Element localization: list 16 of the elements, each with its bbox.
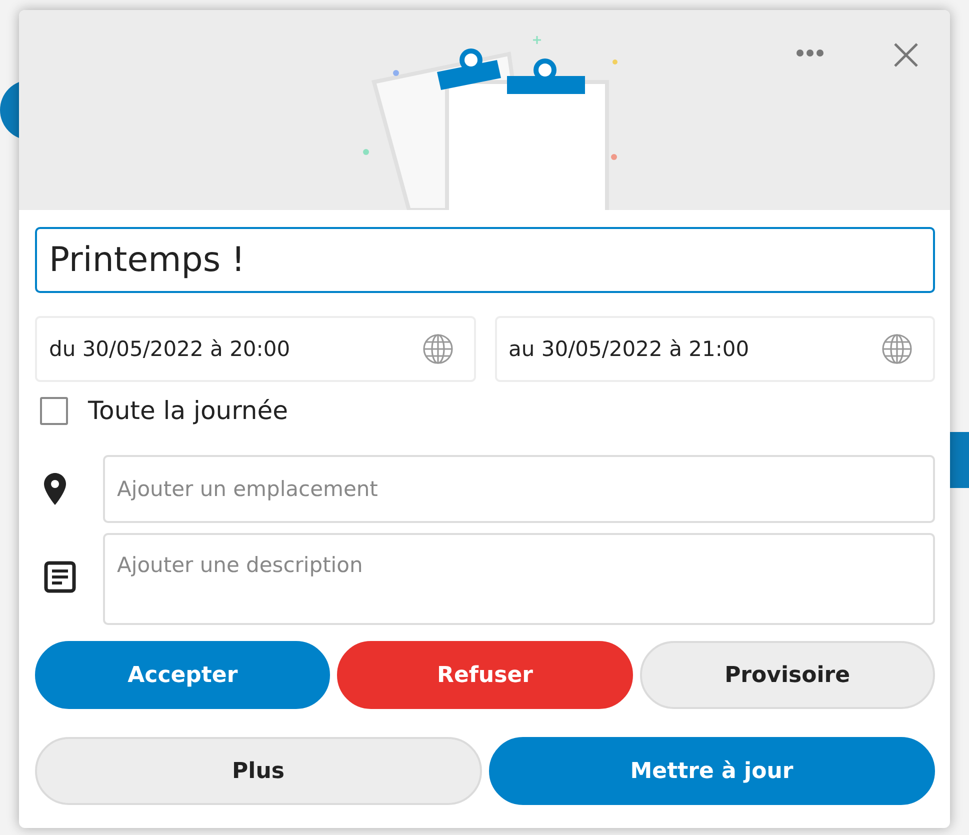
description-field[interactable]: Ajouter une description bbox=[103, 533, 935, 625]
action-button[interactable]: Mettre à jour bbox=[488, 737, 935, 805]
action-button[interactable]: Provisoire bbox=[640, 641, 935, 709]
end-date-field[interactable]: au 30/05/2022 à 21:00 bbox=[494, 316, 935, 382]
location-pin-icon bbox=[44, 473, 66, 505]
globe-icon[interactable] bbox=[422, 333, 454, 365]
checkbox[interactable] bbox=[40, 396, 68, 424]
title-field[interactable]: Printemps ! bbox=[35, 227, 935, 293]
action-button[interactable]: Refuser bbox=[337, 641, 633, 709]
location-field[interactable]: Ajouter un emplacement bbox=[103, 455, 935, 523]
globe-icon[interactable] bbox=[881, 333, 913, 365]
action-button[interactable]: Plus bbox=[35, 737, 482, 805]
description-icon bbox=[44, 561, 76, 593]
checkbox-label: Toute la journée bbox=[88, 396, 288, 425]
action-button[interactable]: Accepter bbox=[35, 641, 330, 709]
start-date-field[interactable]: du 30/05/2022 à 20:00 bbox=[35, 316, 476, 382]
